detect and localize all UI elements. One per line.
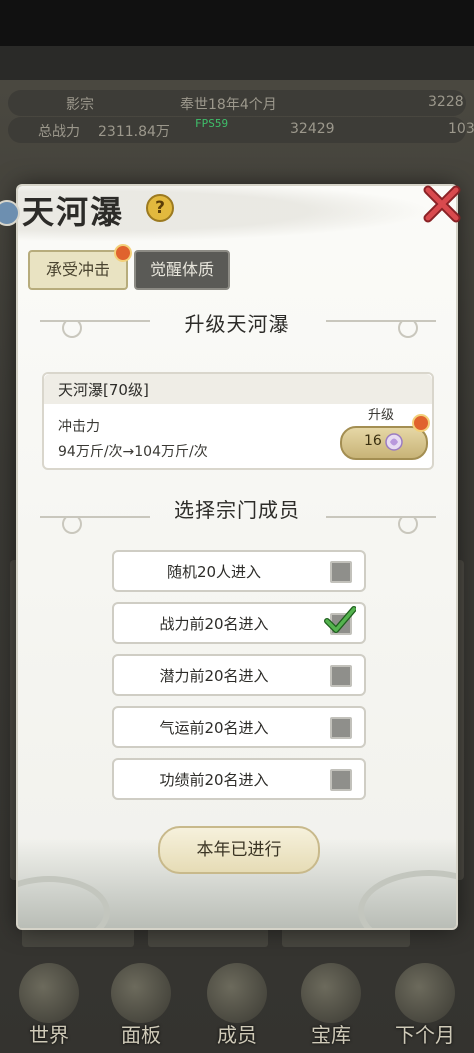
bg-tab-strip: [0, 925, 474, 947]
notification-badge: [114, 244, 132, 262]
bg-tab: [282, 925, 410, 947]
members-icon: [207, 963, 267, 1023]
treasury-icon: [301, 963, 361, 1023]
bg-era: 奉世18年4个月: [180, 97, 277, 113]
tab-awaken-physique[interactable]: 觉醒体质: [134, 250, 230, 290]
world-icon: [19, 963, 79, 1023]
option-label: 战力前20名进入: [159, 615, 269, 633]
option-top-20-potential[interactable]: 潜力前20名进入: [112, 654, 366, 696]
dialog-title: 天河瀑: [22, 193, 125, 231]
nav-treasury[interactable]: 宝库: [286, 955, 376, 1053]
nav-panel[interactable]: 面板: [96, 955, 186, 1053]
option-top-20-combat[interactable]: 战力前20名进入: [112, 602, 366, 644]
nav-next-month-label: 下个月: [395, 1023, 455, 1047]
divider-right: [326, 516, 436, 518]
option-label: 气运前20名进入: [159, 719, 269, 737]
upgrade-cost: 16: [364, 433, 382, 449]
divider-curl: [398, 514, 418, 534]
upgrade-button[interactable]: 16: [340, 426, 428, 460]
nav-world-label: 世界: [29, 1023, 69, 1047]
skill-name: 天河瀑[70级]: [58, 381, 149, 399]
upgrade-label: 升级: [368, 408, 395, 423]
option-checkbox[interactable]: [330, 665, 352, 687]
bottom-nav: 世界 面板 成员 宝库 下个月: [0, 955, 474, 1053]
bg-stat-mid2: 103: [448, 121, 474, 137]
option-checkbox[interactable]: [330, 769, 352, 791]
option-label: 功绩前20名进入: [159, 771, 269, 789]
skill-card: 天河瀑[70级] 冲击力 94万斤/次→104万斤/次 升级 16: [42, 372, 434, 470]
nav-panel-label: 面板: [121, 1023, 161, 1047]
divider-curl: [398, 318, 418, 338]
next-month-icon: [395, 963, 455, 1023]
option-random-20[interactable]: 随机20人进入: [112, 550, 366, 592]
nav-next-month[interactable]: 下个月: [380, 955, 470, 1053]
bg-sect-name: 影宗: [66, 97, 94, 113]
bg-tab: [148, 925, 268, 947]
panel-icon: [111, 963, 171, 1023]
close-icon[interactable]: [422, 184, 462, 224]
fps-counter: FPS59: [195, 117, 229, 130]
option-label: 潜力前20名进入: [159, 667, 269, 685]
bg-combat-row: 总战力 2311.84万 32429 103: [8, 117, 474, 143]
option-top-20-fortune[interactable]: 气运前20名进入: [112, 706, 366, 748]
nav-members-label: 成员: [217, 1023, 257, 1047]
nav-world[interactable]: 世界: [4, 955, 94, 1053]
bg-stat-mid: 32429: [290, 121, 335, 137]
bg-info-row: 影宗 奉世18年4个月 3228: [8, 90, 466, 116]
help-icon[interactable]: ?: [146, 194, 174, 222]
status-bar: [0, 0, 474, 46]
nav-members[interactable]: 成员: [192, 955, 282, 1053]
nav-treasury-label: 宝库: [311, 1023, 351, 1047]
option-top-20-merit[interactable]: 功绩前20名进入: [112, 758, 366, 800]
checkmark-icon: [324, 606, 356, 633]
bg-stat-top: 3228: [428, 94, 464, 110]
skill-stat-change: 94万斤/次→104万斤/次: [58, 444, 208, 460]
bg-combat-value: 2311.84万: [98, 124, 170, 140]
notification-badge: [412, 414, 430, 432]
divider-right: [326, 320, 436, 322]
tab-withstand-impact[interactable]: 承受冲击: [28, 250, 128, 290]
skill-stat-label: 冲击力: [58, 419, 100, 435]
option-label: 随机20人进入: [166, 563, 262, 581]
option-checkbox[interactable]: [330, 561, 352, 583]
already-done-button[interactable]: 本年已进行: [158, 826, 320, 874]
spirit-gem-icon: [385, 433, 403, 451]
bg-combat-label: 总战力: [38, 124, 80, 140]
bg-tab: [22, 925, 134, 947]
option-checkbox[interactable]: [330, 717, 352, 739]
